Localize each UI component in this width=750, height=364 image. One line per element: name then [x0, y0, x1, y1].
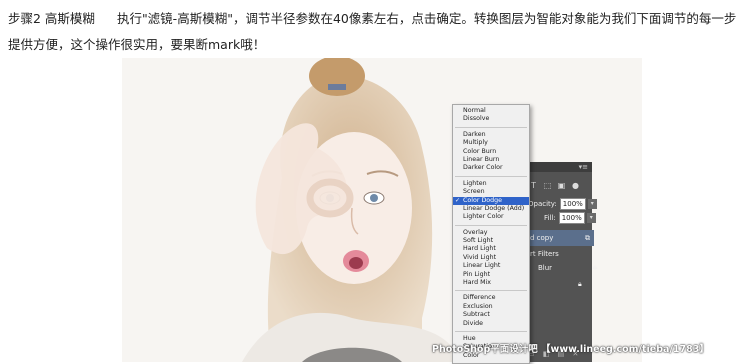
- blend-mode-label: Darken: [463, 130, 486, 138]
- blend-mode-item-darken[interactable]: Darken: [453, 131, 529, 139]
- menu-separator: [455, 330, 527, 332]
- blend-mode-item-soft-light[interactable]: Soft Light: [453, 237, 529, 245]
- blend-mode-item-linear-dodge-add[interactable]: Linear Dodge (Add): [453, 205, 529, 213]
- blend-mode-item-dissolve[interactable]: Dissolve: [453, 115, 529, 123]
- menu-separator: [455, 290, 527, 292]
- opacity-row: Opacity: 100% ▾: [528, 198, 597, 210]
- blend-mode-item-divide[interactable]: Divide: [453, 320, 529, 328]
- blend-mode-dropdown[interactable]: Normal Dissolve Darken Multiply Color Burn Li…: [452, 104, 530, 364]
- blend-mode-label: Soft Light: [463, 237, 494, 245]
- lock-icon: 🔒︎: [578, 280, 582, 288]
- blend-mode-label: Exclusion: [463, 302, 493, 310]
- blend-mode-label: Lighten: [463, 179, 487, 187]
- blend-mode-label: Color Burn: [463, 147, 497, 155]
- opacity-dropdown-icon[interactable]: ▾: [587, 199, 597, 209]
- layer-filter-icons: T ⬚ ▣ ●: [528, 178, 588, 192]
- blend-mode-item-exclusion[interactable]: Exclusion: [453, 303, 529, 311]
- blend-mode-label: Dissolve: [463, 115, 490, 123]
- blend-mode-label: Vivid Light: [463, 253, 497, 261]
- blend-mode-item-color-burn[interactable]: Color Burn: [453, 148, 529, 156]
- blend-mode-label: Normal: [463, 107, 486, 114]
- blend-mode-label: Darker Color: [463, 164, 503, 172]
- blend-mode-item-color-dodge[interactable]: ✓ Color Dodge: [453, 196, 529, 205]
- menu-separator: [455, 175, 527, 177]
- filter-options-icon[interactable]: ≑: [592, 264, 598, 272]
- blend-mode-label: Divide: [463, 319, 483, 327]
- blend-mode-item-subtract[interactable]: Subtract: [453, 311, 529, 319]
- blend-mode-item-difference[interactable]: Difference: [453, 294, 529, 302]
- blend-mode-item-hard-mix[interactable]: Hard Mix: [453, 279, 529, 287]
- blend-mode-item-darker-color[interactable]: Darker Color: [453, 164, 529, 172]
- shape-filter-icon[interactable]: ⬚: [542, 181, 553, 190]
- smart-filters-label: rt Filters: [530, 250, 559, 258]
- layer-row-selected[interactable]: d copy ⧉: [528, 230, 594, 246]
- fill-dropdown-icon[interactable]: ▾: [586, 213, 596, 223]
- step-description: 执行"滤镜-高斯模糊"，调节半径参数在40像素左右，点击确定。转换图层为智能对象…: [8, 11, 737, 52]
- background-layer-row[interactable]: 🔒︎: [528, 280, 642, 289]
- blend-mode-label: Color Dodge: [463, 196, 503, 204]
- menu-separator: [455, 224, 527, 226]
- blend-mode-item-screen[interactable]: Screen: [453, 188, 529, 196]
- opacity-label: Opacity:: [528, 200, 557, 208]
- blend-mode-label: Lighter Color: [463, 213, 504, 221]
- blend-mode-label: Multiply: [463, 139, 488, 147]
- blend-mode-item-normal[interactable]: Normal: [453, 107, 529, 115]
- blend-mode-label: Hard Mix: [463, 279, 491, 287]
- blend-mode-item-multiply[interactable]: Multiply: [453, 139, 529, 147]
- smart-object-icon: ⧉: [585, 234, 590, 242]
- fill-row: Fill: 100% ▾: [544, 212, 596, 224]
- fill-input[interactable]: 100%: [558, 212, 585, 224]
- filter-toggle-icon[interactable]: ●: [570, 181, 581, 190]
- blend-mode-item-linear-light[interactable]: Linear Light: [453, 262, 529, 270]
- opacity-input[interactable]: 100%: [559, 198, 586, 210]
- smart-object-filter-icon[interactable]: ▣: [556, 181, 567, 190]
- blur-label: Blur: [538, 264, 553, 272]
- blend-mode-label: Subtract: [463, 311, 490, 319]
- blend-mode-label: Linear Burn: [463, 155, 500, 163]
- blend-mode-label: Screen: [463, 188, 485, 196]
- gaussian-blur-row[interactable]: Blur ≑: [528, 264, 602, 272]
- blend-mode-item-hard-light[interactable]: Hard Light: [453, 245, 529, 253]
- blend-mode-item-lighten[interactable]: Lighten: [453, 180, 529, 188]
- blend-mode-item-vivid-light[interactable]: Vivid Light: [453, 254, 529, 262]
- blend-mode-item-overlay[interactable]: Overlay: [453, 229, 529, 237]
- blend-mode-label: Pin Light: [463, 270, 491, 278]
- blend-mode-item-lighter-color[interactable]: Lighter Color: [453, 213, 529, 221]
- blend-mode-label: Hard Light: [463, 245, 496, 253]
- fill-label: Fill:: [544, 214, 556, 222]
- smart-filters-row[interactable]: rt Filters: [528, 250, 594, 258]
- blend-mode-label: Difference: [463, 294, 496, 302]
- checkmark-icon: ✓: [455, 196, 461, 204]
- blend-mode-label: Linear Light: [463, 262, 501, 270]
- menu-separator: [455, 126, 527, 128]
- step-title: 步骤2 高斯模糊: [8, 11, 95, 26]
- blend-mode-item-pin-light[interactable]: Pin Light: [453, 271, 529, 279]
- watermark: PhotoShop平面设计吧 【www.lineeg.com/tieba/178…: [432, 344, 709, 355]
- blend-mode-label: Overlay: [463, 228, 488, 236]
- blend-mode-label: Linear Dodge (Add): [463, 204, 525, 212]
- panel-menu-icon[interactable]: ▾≡: [579, 163, 588, 171]
- article-text: 步骤2 高斯模糊 执行"滤镜-高斯模糊"，调节半径参数在40像素左右，点击确定。转…: [8, 6, 744, 58]
- blend-mode-item-linear-burn[interactable]: Linear Burn: [453, 156, 529, 164]
- layer-name: d copy: [530, 234, 554, 242]
